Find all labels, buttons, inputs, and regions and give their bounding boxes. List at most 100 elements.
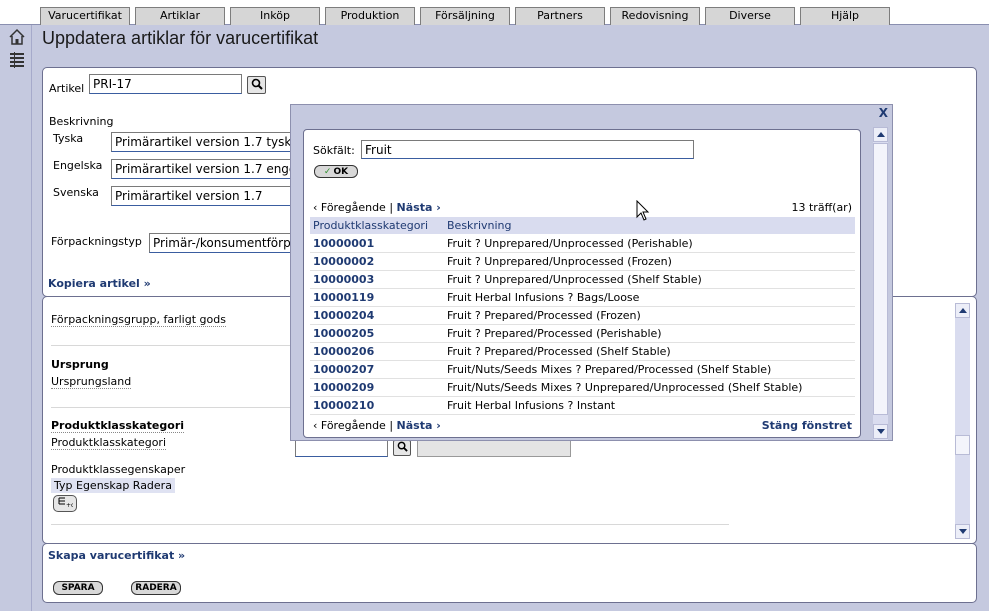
product-class-heading: Produktklasskategori bbox=[51, 419, 185, 433]
product-class-input[interactable] bbox=[295, 440, 388, 457]
category-code-link[interactable]: 10000206 bbox=[310, 342, 444, 361]
next-page-link[interactable]: Nästa › bbox=[397, 201, 441, 214]
category-code-link[interactable]: 10000207 bbox=[310, 360, 444, 379]
menu-tab-partners[interactable]: Partners bbox=[515, 7, 605, 25]
table-row[interactable]: 10000205 Fruit ? Prepared/Processed (Peri… bbox=[310, 324, 855, 343]
left-toolbar bbox=[0, 25, 32, 611]
add-property-button[interactable]: +c bbox=[53, 495, 77, 512]
description-svenska-input[interactable]: Primärartikel version 1.7 bbox=[111, 186, 301, 206]
table-row[interactable]: 10000001 Fruit ? Unprepared/Unprocessed (… bbox=[310, 234, 855, 253]
home-icon[interactable] bbox=[8, 28, 26, 46]
column-header-category[interactable]: Produktklasskategori bbox=[310, 217, 444, 235]
pagination: ‹ Föregående | Nästa › bbox=[313, 201, 441, 214]
svg-text:+c: +c bbox=[66, 502, 73, 508]
next-page-link[interactable]: Nästa › bbox=[397, 419, 441, 432]
ok-button[interactable]: ✓ OK bbox=[314, 165, 358, 178]
scroll-thumb[interactable] bbox=[873, 143, 888, 415]
scroll-thumb[interactable] bbox=[955, 435, 970, 455]
category-description: Fruit ? Prepared/Processed (Perishable) bbox=[444, 324, 855, 343]
delete-button[interactable]: RADERA bbox=[131, 581, 181, 595]
copy-article-link[interactable]: Kopiera artikel » bbox=[48, 277, 151, 290]
results-table: Produktklasskategori Beskrivning 1000000… bbox=[310, 217, 855, 415]
create-certificate-link[interactable]: Skapa varucertifikat » bbox=[48, 549, 185, 562]
close-icon[interactable]: X bbox=[879, 106, 888, 120]
product-class-search-dialog: X Sökfält: Fruit ✓ OK ‹ Föregående | Näst… bbox=[290, 104, 893, 441]
category-code-link[interactable]: 10000205 bbox=[310, 324, 444, 343]
pagination-separator: | bbox=[389, 419, 394, 432]
previous-page-link[interactable]: ‹ Föregående bbox=[313, 201, 386, 214]
dialog-titlebar: X bbox=[291, 105, 892, 121]
language-label-tyska: Tyska bbox=[53, 132, 84, 145]
pagination-bottom: ‹ Föregående | Nästa › bbox=[313, 419, 441, 432]
category-code-link[interactable]: 10000204 bbox=[310, 306, 444, 325]
article-label: Artikel bbox=[49, 82, 85, 95]
add-row-icon: +c bbox=[57, 496, 74, 511]
menu-tab-hjalp[interactable]: Hjälp bbox=[800, 7, 890, 25]
details-scrollbar[interactable] bbox=[955, 303, 970, 539]
language-label-engelska: Engelska bbox=[53, 159, 103, 172]
category-code-link[interactable]: 10000002 bbox=[310, 252, 444, 271]
dialog-content: Sökfält: Fruit ✓ OK ‹ Föregående | Nästa … bbox=[303, 129, 861, 438]
table-row[interactable]: 10000119 Fruit Herbal Infusions ? Bags/Lo… bbox=[310, 288, 855, 307]
scroll-up-button[interactable] bbox=[873, 127, 888, 142]
table-row[interactable]: 10000206 Fruit ? Prepared/Processed (Shel… bbox=[310, 342, 855, 361]
scroll-up-button[interactable] bbox=[955, 303, 970, 318]
hit-count: 13 träff(ar) bbox=[791, 201, 853, 214]
category-description: Fruit ? Unprepared/Unprocessed (Frozen) bbox=[444, 252, 855, 271]
category-code-link[interactable]: 10000001 bbox=[310, 234, 444, 253]
top-menu-bar: Varucertifikat Artiklar Inköp Produktion… bbox=[0, 0, 989, 25]
packaging-type-select[interactable]: Primär-/konsumentförpa bbox=[149, 233, 299, 253]
page-title: Uppdatera artiklar för varucertifikat bbox=[42, 28, 319, 48]
description-engelska-input[interactable]: Primärartikel version 1.7 engelsk bbox=[111, 159, 301, 179]
product-class-properties-label: Produktklassegenskaper bbox=[51, 463, 186, 476]
description-tyska-input[interactable]: Primärartikel version 1.7 tyska bbox=[111, 132, 301, 152]
pagination-separator: | bbox=[389, 201, 394, 214]
save-button[interactable]: SPARA bbox=[53, 581, 103, 595]
menu-tab-redovisning[interactable]: Redovisning bbox=[610, 7, 700, 25]
previous-page-link[interactable]: ‹ Föregående bbox=[313, 419, 386, 432]
menu-tab-artiklar[interactable]: Artiklar bbox=[135, 7, 225, 25]
article-search-button[interactable] bbox=[247, 76, 266, 94]
menu-tab-inkop[interactable]: Inköp bbox=[230, 7, 320, 25]
mouse-cursor-icon bbox=[636, 199, 650, 222]
dialog-scrollbar[interactable] bbox=[873, 127, 888, 440]
menu-tab-diverse[interactable]: Diverse bbox=[705, 7, 795, 25]
scroll-down-button[interactable] bbox=[955, 524, 970, 539]
product-class-search-button[interactable] bbox=[393, 440, 411, 456]
category-code-link[interactable]: 10000210 bbox=[310, 396, 444, 415]
close-window-link[interactable]: Stäng fönstret bbox=[762, 419, 852, 432]
menu-tab-produktion[interactable]: Produktion bbox=[325, 7, 415, 25]
check-icon: ✓ bbox=[323, 166, 332, 177]
category-description: Fruit Herbal Infusions ? Bags/Loose bbox=[444, 288, 855, 307]
hazard-group-label: Förpackningsgrupp, farligt gods bbox=[51, 313, 226, 327]
footer-panel: Skapa varucertifikat » SPARA RADERA bbox=[42, 543, 977, 603]
category-description: Fruit ? Prepared/Processed (Shelf Stable… bbox=[444, 342, 855, 361]
table-row[interactable]: 10000003 Fruit ? Unprepared/Unprocessed (… bbox=[310, 270, 855, 289]
product-class-description-field bbox=[417, 440, 571, 457]
magnifier-icon bbox=[397, 441, 408, 455]
packaging-type-label: Förpackningstyp bbox=[51, 235, 142, 248]
category-code-link[interactable]: 10000119 bbox=[310, 288, 444, 307]
category-description: Fruit ? Unprepared/Unprocessed (Shelf St… bbox=[444, 270, 855, 289]
search-input[interactable]: Fruit bbox=[361, 140, 694, 159]
search-field-label: Sökfält: bbox=[313, 144, 355, 157]
category-description: Fruit Herbal Infusions ? Instant bbox=[444, 396, 855, 415]
category-code-link[interactable]: 10000003 bbox=[310, 270, 444, 289]
language-label-svenska: Svenska bbox=[53, 186, 99, 199]
table-row[interactable]: 10000209 Fruit/Nuts/Seeds Mixes ? Unprepa… bbox=[310, 378, 855, 397]
origin-country-label: Ursprungsland bbox=[51, 375, 132, 389]
category-code-link[interactable]: 10000209 bbox=[310, 378, 444, 397]
scroll-down-button[interactable] bbox=[873, 424, 888, 439]
category-description: Fruit/Nuts/Seeds Mixes ? Unprepared/Unpr… bbox=[444, 378, 855, 397]
product-class-label: Produktklasskategori bbox=[51, 436, 167, 450]
article-input[interactable]: PRI-17 bbox=[89, 74, 242, 94]
table-row[interactable]: 10000002 Fruit ? Unprepared/Unprocessed (… bbox=[310, 252, 855, 271]
menu-tab-forsaljning[interactable]: Försäljning bbox=[420, 7, 510, 25]
category-description: Fruit ? Prepared/Processed (Frozen) bbox=[444, 306, 855, 325]
table-row[interactable]: 10000210 Fruit Herbal Infusions ? Instant bbox=[310, 396, 855, 415]
table-row[interactable]: 10000207 Fruit/Nuts/Seeds Mixes ? Prepare… bbox=[310, 360, 855, 379]
menu-tab-varucertifikat[interactable]: Varucertifikat bbox=[40, 7, 130, 25]
list-icon[interactable] bbox=[8, 50, 26, 68]
table-row[interactable]: 10000204 Fruit ? Prepared/Processed (Froz… bbox=[310, 306, 855, 325]
description-label: Beskrivning bbox=[49, 115, 114, 128]
